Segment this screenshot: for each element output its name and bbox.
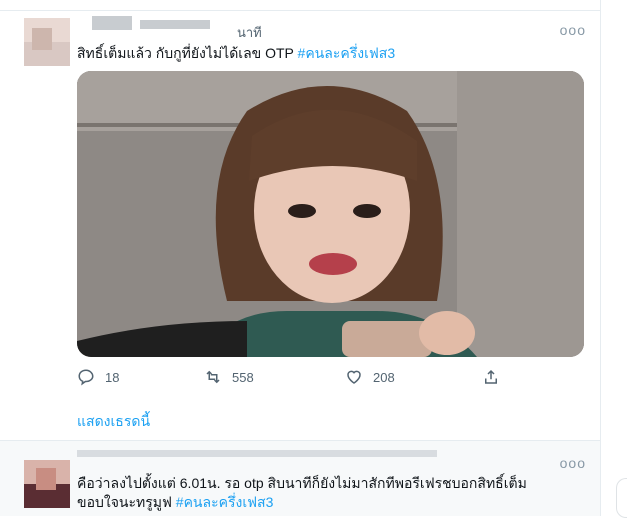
timeline-right-border xyxy=(600,0,601,516)
tweet[interactable]: นาที ooo สิทธิ์เต็มแล้ว กับกูที่ยังไม่ได… xyxy=(0,10,600,441)
avatar[interactable] xyxy=(24,18,70,66)
retweet-count: 558 xyxy=(232,369,254,385)
tweet-time[interactable]: นาที xyxy=(237,22,262,43)
avatar[interactable] xyxy=(24,460,70,508)
floating-panel-edge xyxy=(616,478,627,518)
tweet[interactable]: ooo คือว่าลงไปตั้งแต่ 6.01น. รอ otp สิบน… xyxy=(0,441,600,516)
more-options-icon[interactable]: ooo xyxy=(560,455,586,471)
like-count: 208 xyxy=(373,369,395,385)
tweet-actions: 18 558 208 xyxy=(77,368,507,390)
tweet-text-line: ขอบใจนะทรูมูฟ #คนละครึ่งเฟส3 xyxy=(77,493,273,511)
tweet-text-body: สิทธิ์เต็มแล้ว กับกูที่ยังไม่ได้เลข OTP xyxy=(77,45,298,61)
blurred-header xyxy=(77,450,437,457)
retweet-icon xyxy=(206,370,220,384)
retweet-button[interactable]: 558 xyxy=(204,368,254,386)
hashtag-link[interactable]: #คนละครึ่งเฟส3 xyxy=(176,494,274,510)
reply-count: 18 xyxy=(105,369,120,385)
hashtag-link[interactable]: #คนละครึ่งเฟส3 xyxy=(298,45,396,61)
tweet-text-body: ขอบใจนะทรูมูฟ xyxy=(77,494,176,510)
tweet-photo[interactable] xyxy=(77,71,584,357)
photo-image xyxy=(77,71,584,357)
like-button[interactable]: 208 xyxy=(345,368,395,386)
heart-icon xyxy=(347,370,361,384)
tweet-text-line: คือว่าลงไปตั้งแต่ 6.01น. รอ otp สิบนาทีก… xyxy=(77,475,527,491)
blurred-handle xyxy=(140,20,210,29)
tweet-text: สิทธิ์เต็มแล้ว กับกูที่ยังไม่ได้เลข OTP … xyxy=(77,44,395,62)
blurred-display-name xyxy=(92,16,132,30)
reply-button[interactable]: 18 xyxy=(77,368,119,386)
share-button[interactable] xyxy=(482,368,500,386)
share-icon xyxy=(485,369,497,384)
show-thread-link[interactable]: แสดงเธรดนี้ xyxy=(77,411,150,433)
reply-icon xyxy=(78,369,94,386)
more-options-icon[interactable]: ooo xyxy=(560,22,586,38)
